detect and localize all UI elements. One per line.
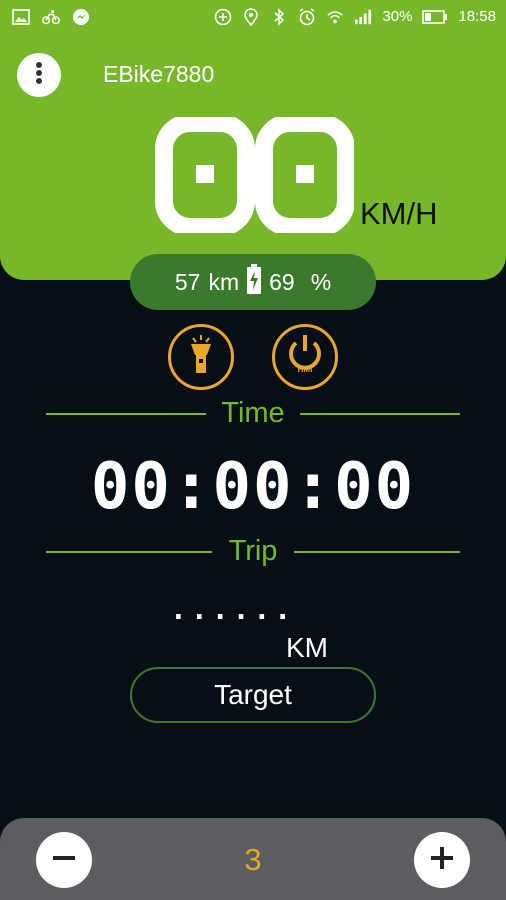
power-hmi-badge: HMI (297, 365, 313, 374)
battery-charge-icon (247, 264, 262, 300)
battery-percent: 30% (382, 8, 413, 25)
alarm-icon (298, 8, 316, 26)
time-divider-left (46, 413, 206, 415)
signal-icon (354, 8, 372, 26)
power-hmi-button[interactable]: HMI (272, 324, 338, 390)
bluetooth-icon (270, 8, 288, 26)
range-battery-pill: 57 km 69 % (130, 254, 376, 310)
battery-unit: % (310, 268, 332, 295)
plus-icon (429, 845, 455, 876)
location-icon (242, 8, 260, 26)
wifi-icon (326, 8, 344, 26)
bike-icon (42, 8, 60, 26)
increase-level-button[interactable] (414, 832, 470, 888)
light-button[interactable] (168, 324, 234, 390)
more-vertical-icon (35, 61, 43, 90)
status-time: 18:58 (458, 8, 496, 25)
battery-value: 69 (269, 268, 295, 295)
image-icon (12, 8, 30, 26)
time-value: 00:00:00 (90, 450, 416, 524)
device-name: EBike7880 (103, 61, 215, 87)
trip-divider-left (46, 551, 212, 553)
trip-label: Trip (228, 535, 278, 567)
speed-unit: KM/H (360, 196, 438, 231)
menu-button[interactable] (17, 53, 61, 97)
messenger-icon (72, 8, 90, 26)
plus-circle-icon (214, 8, 232, 26)
trip-value: ······ (170, 600, 296, 633)
target-button[interactable]: Target (130, 667, 376, 723)
battery-icon (422, 8, 448, 26)
range-value: 57 (174, 268, 201, 295)
range-unit: km (208, 268, 240, 295)
trip-divider-right (294, 551, 460, 553)
time-divider-right (300, 413, 460, 415)
speed-readout: 00 (154, 114, 355, 238)
trip-unit: KM (286, 632, 328, 663)
status-bar: 30% 18:58 (0, 0, 506, 36)
time-label: Time (221, 397, 285, 429)
flashlight-icon (189, 334, 213, 380)
power-hmi-icon (283, 333, 327, 382)
